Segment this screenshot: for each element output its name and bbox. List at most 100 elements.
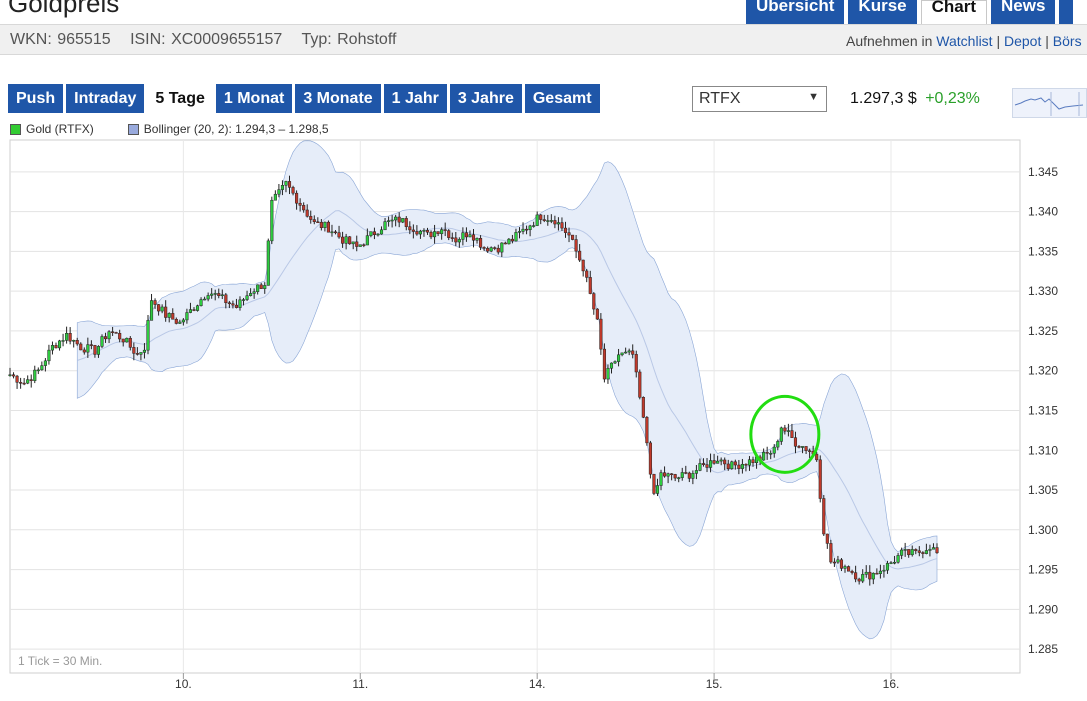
candle-body bbox=[234, 304, 238, 308]
candle bbox=[829, 539, 833, 564]
candle-body bbox=[443, 229, 447, 231]
candle-body bbox=[585, 270, 589, 278]
legend-item-gold: Gold (RTFX) bbox=[10, 122, 94, 136]
candle-body bbox=[677, 477, 681, 479]
legend-label-gold: Gold (RTFX) bbox=[26, 122, 94, 136]
price-chart[interactable]: 1.345 1.340 1.335 1.330 1.325 1.320 1.315 1.310… bbox=[0, 138, 1087, 701]
candle-body bbox=[330, 231, 334, 234]
candle-body bbox=[259, 284, 263, 289]
tab-kurse[interactable]: Kurse bbox=[848, 0, 917, 24]
candle-body bbox=[652, 473, 656, 494]
candle-body bbox=[96, 346, 101, 355]
candle-body bbox=[273, 193, 277, 201]
candle-body bbox=[496, 247, 500, 253]
tab-uebersicht[interactable]: Übersicht bbox=[746, 0, 845, 24]
y-tick-label: 1.345 bbox=[1028, 165, 1058, 179]
candle-body bbox=[33, 369, 37, 381]
tab-more[interactable] bbox=[1059, 0, 1074, 24]
candle-body bbox=[224, 294, 228, 304]
candle-body bbox=[588, 277, 592, 294]
candle-body bbox=[79, 343, 83, 351]
candle-body bbox=[181, 319, 185, 323]
candle-body bbox=[684, 472, 688, 474]
type-label: Typ: Rohstoff bbox=[301, 31, 397, 48]
candle-body bbox=[210, 293, 214, 296]
candle-body bbox=[553, 220, 557, 225]
candle-body bbox=[723, 459, 727, 465]
candle-body bbox=[705, 464, 709, 468]
candle bbox=[822, 495, 826, 537]
candle bbox=[599, 313, 603, 355]
candle-body bbox=[93, 345, 97, 355]
range-push[interactable]: Push bbox=[8, 84, 64, 113]
range-gesamt[interactable]: Gesamt bbox=[524, 84, 600, 113]
candle-body bbox=[277, 189, 281, 195]
candle-body bbox=[751, 459, 755, 463]
candle-body bbox=[57, 340, 62, 349]
candle-body bbox=[737, 464, 741, 469]
candle-body bbox=[687, 472, 691, 479]
candle-body bbox=[256, 284, 260, 292]
candle-body bbox=[199, 299, 203, 306]
candle-body bbox=[624, 351, 628, 354]
candle-body bbox=[532, 225, 536, 227]
candle-body bbox=[54, 345, 58, 349]
y-tick-label: 1.330 bbox=[1028, 284, 1058, 298]
tab-chart[interactable]: Chart bbox=[920, 0, 988, 24]
candle-body bbox=[372, 231, 376, 235]
candle-body bbox=[907, 549, 911, 556]
candle-body bbox=[698, 463, 702, 471]
range-3-monate[interactable]: 3 Monate bbox=[295, 84, 381, 113]
candle-body bbox=[712, 460, 716, 464]
range-1-jahr[interactable]: 1 Jahr bbox=[383, 84, 447, 113]
candle bbox=[648, 440, 652, 479]
range-5-tage[interactable]: 5 Tage bbox=[147, 84, 213, 113]
candle-body bbox=[383, 221, 387, 231]
candle-body bbox=[11, 374, 16, 377]
candle-body bbox=[241, 299, 246, 301]
candle-body bbox=[351, 241, 355, 245]
candle bbox=[146, 314, 150, 355]
boerse-link[interactable]: Börs bbox=[1053, 33, 1082, 49]
candle bbox=[507, 237, 511, 245]
candle-body bbox=[479, 238, 483, 248]
exchange-select[interactable]: RTFX ▼ bbox=[692, 86, 827, 112]
y-tick-label: 1.300 bbox=[1028, 523, 1058, 537]
candle-body bbox=[82, 349, 86, 353]
candle-body bbox=[716, 460, 720, 464]
candle-body bbox=[401, 218, 405, 223]
range-3-jahre[interactable]: 3 Jahre bbox=[449, 84, 522, 113]
candle-body bbox=[783, 427, 787, 432]
candle-body bbox=[174, 319, 178, 324]
candle-body bbox=[719, 459, 723, 462]
candle-body bbox=[167, 313, 171, 318]
candle-body bbox=[298, 202, 302, 206]
candle-body bbox=[206, 295, 210, 300]
candle-body bbox=[132, 347, 136, 354]
candle-body bbox=[72, 340, 76, 342]
y-tick-label: 1.320 bbox=[1028, 364, 1058, 378]
candle-body bbox=[309, 216, 313, 220]
candle-body bbox=[595, 308, 599, 320]
mini-chart-thumbnail[interactable] bbox=[1012, 88, 1087, 118]
candle-body bbox=[864, 571, 868, 575]
link-separator: | bbox=[996, 33, 1001, 49]
candle-body bbox=[772, 446, 776, 454]
candle-body bbox=[103, 336, 108, 340]
candle-body bbox=[280, 185, 284, 190]
candle-body bbox=[808, 450, 812, 452]
range-intraday[interactable]: Intraday bbox=[66, 84, 145, 113]
range-1-monat[interactable]: 1 Monat bbox=[215, 84, 293, 113]
tab-news[interactable]: News bbox=[991, 0, 1056, 24]
candle-body bbox=[362, 244, 366, 246]
candle-body bbox=[157, 304, 161, 312]
isin-label: ISIN: XC0009655157 bbox=[130, 31, 283, 48]
depot-link[interactable]: Depot bbox=[1004, 33, 1041, 49]
candle bbox=[638, 369, 642, 400]
candle-body bbox=[648, 442, 652, 475]
candle-body bbox=[733, 461, 737, 466]
candle-body bbox=[638, 371, 642, 398]
candle-body bbox=[578, 250, 582, 261]
candle-body bbox=[709, 460, 713, 468]
watchlist-link[interactable]: Watchlist bbox=[936, 33, 992, 49]
